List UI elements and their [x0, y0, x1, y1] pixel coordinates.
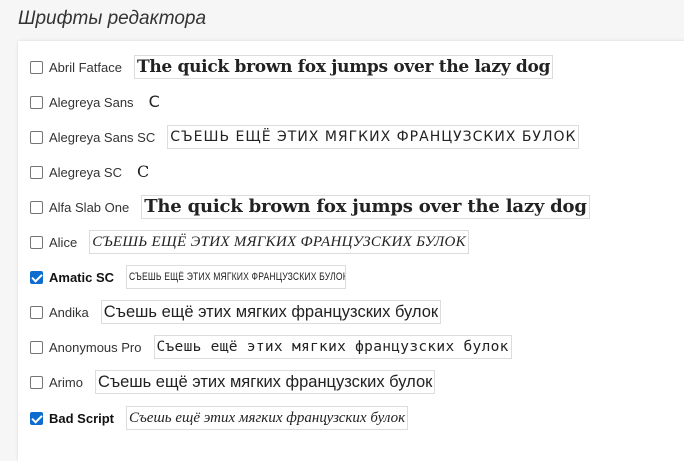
font-row-alegreya-sans-sc[interactable]: Alegreya Sans SC СЪЕШЬ ЕЩЁ ЭТИХ МЯГКИХ Ф… — [30, 124, 580, 150]
font-name-label: Alice — [49, 234, 78, 250]
checkbox-bad-script[interactable] — [30, 411, 43, 425]
font-row-andika[interactable]: Andika Съешь ещё этих мягких французских… — [30, 299, 442, 325]
font-sample: С — [145, 90, 163, 114]
font-row-alice[interactable]: Alice СЪЕШЬ ЕЩЁ ЭТИХ МЯГКИХ ФРАНЦУЗСКИХ … — [30, 229, 469, 255]
font-name-label: Anonymous Pro — [49, 339, 142, 355]
checkbox-alfa-slab-one[interactable] — [30, 200, 43, 214]
page-title: Шрифты редактора — [18, 8, 207, 29]
font-name-label: Arimo — [49, 374, 83, 390]
checkbox-andika[interactable] — [30, 305, 43, 319]
font-sample: The quick brown fox jumps over the lazy … — [141, 195, 590, 219]
font-name-label: Abril Fatface — [49, 59, 122, 75]
font-list-panel: Abril Fatface The quick brown fox jumps … — [18, 41, 684, 461]
font-row-alegreya-sc[interactable]: Alegreya SC С — [30, 159, 153, 185]
font-name-label: Andika — [49, 304, 89, 320]
font-row-amatic-sc[interactable]: Amatic SC СЪЕШЬ ЕЩЁ ЭТИХ МЯГКИХ ФРАНЦУЗС… — [30, 264, 347, 290]
font-name-label: Amatic SC — [49, 269, 115, 285]
font-sample: The quick brown fox jumps over the lazy … — [133, 55, 554, 79]
font-sample: Съешь ещё этих мягких французских булок — [126, 406, 409, 430]
font-sample: Съешь ещё этих мягких французских булок — [100, 300, 442, 324]
checkbox-arimo[interactable] — [30, 375, 43, 389]
font-name-label: Alegreya Sans — [49, 94, 134, 110]
font-name-label: Bad Script — [49, 410, 115, 426]
checkbox-alegreya-sans[interactable] — [30, 95, 43, 109]
font-row-anonymous-pro[interactable]: Anonymous Pro Съешь ещё этих мягких фран… — [30, 334, 512, 360]
checkbox-amatic-sc[interactable] — [30, 270, 43, 284]
font-name-label: Alfa Slab One — [49, 199, 130, 215]
font-sample: Съешь ещё этих мягких французских булок — [94, 370, 436, 394]
font-sample: СЪЕШЬ ЕЩЁ ЭТИХ МЯГКИХ ФРАНЦУЗСКИХ БУЛОК — [89, 230, 469, 254]
font-row-alfa-slab-one[interactable]: Alfa Slab One The quick brown fox jumps … — [30, 194, 590, 220]
font-name-label: Alegreya SC — [49, 164, 122, 180]
checkbox-anonymous-pro[interactable] — [30, 340, 43, 354]
font-row-alegreya-sans[interactable]: Alegreya Sans С — [30, 89, 163, 115]
checkbox-abril-fatface[interactable] — [30, 60, 43, 74]
font-row-arimo[interactable]: Arimo Съешь ещё этих мягких французских … — [30, 369, 436, 395]
font-name-label: Alegreya Sans SC — [49, 129, 156, 145]
checkbox-alegreya-sc[interactable] — [30, 165, 43, 179]
checkbox-alegreya-sans-sc[interactable] — [30, 130, 43, 144]
font-sample-box: СЪЕШЬ ЕЩЁ ЭТИХ МЯГКИХ ФРАНЦУЗСКИХ БУЛОК — [126, 265, 347, 289]
font-row-abril-fatface[interactable]: Abril Fatface The quick brown fox jumps … — [30, 54, 554, 80]
font-sample: СЪЕШЬ ЕЩЁ ЭТИХ МЯГКИХ ФРАНЦУЗСКИХ БУЛОК — [167, 125, 580, 149]
font-sample: СЪЕШЬ ЕЩЁ ЭТИХ МЯГКИХ ФРАНЦУЗСКИХ БУЛОК — [129, 271, 347, 283]
checkbox-alice[interactable] — [30, 235, 43, 249]
font-sample: С — [133, 160, 153, 184]
font-sample: Съешь ещё этих мягких французских булок — [153, 335, 512, 359]
font-row-bad-script[interactable]: Bad Script Съешь ещё этих мягких француз… — [30, 405, 409, 431]
